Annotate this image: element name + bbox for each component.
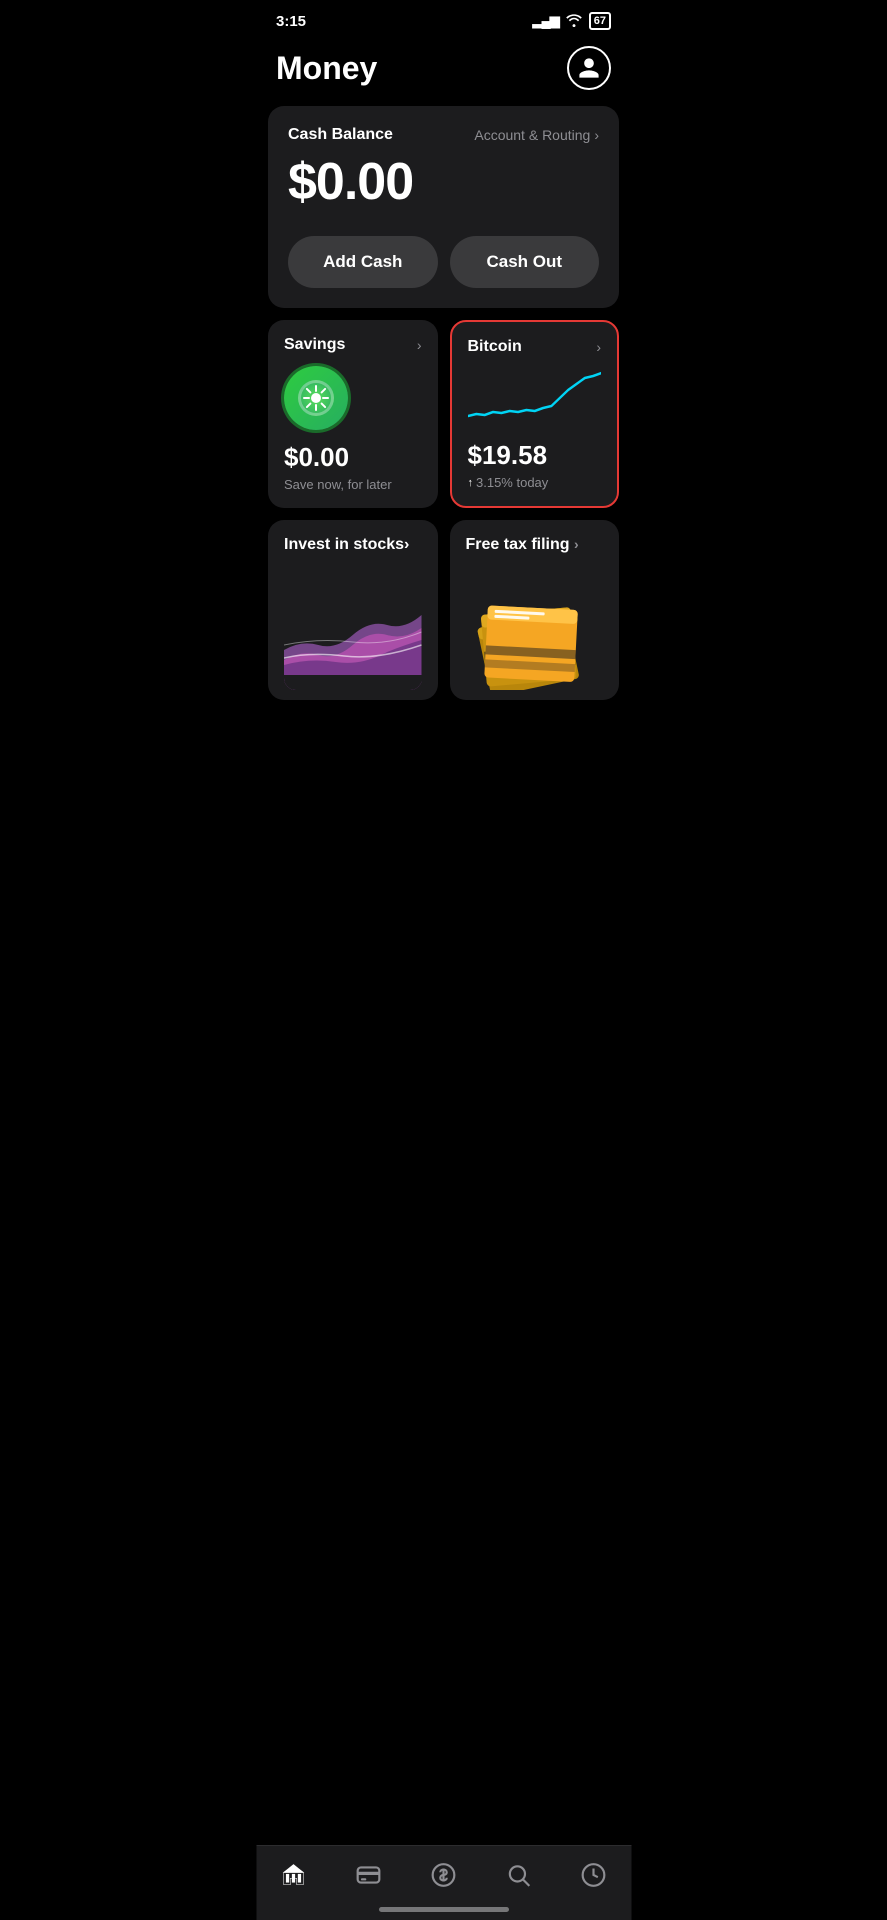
dollar-icon — [431, 1862, 457, 1888]
home-indicator — [379, 1907, 509, 1912]
app-header: Money — [256, 34, 631, 106]
tax-filing-card[interactable]: Free tax filing › — [450, 520, 620, 700]
search-icon — [506, 1862, 532, 1888]
card-icon — [356, 1862, 382, 1888]
savings-sun-icon — [302, 384, 330, 412]
tax-chevron: › — [574, 536, 579, 552]
status-right-icons: ▂▄▆ 67 — [533, 12, 611, 30]
page-title: Money — [276, 50, 377, 87]
bitcoin-change-text: 3.15% today — [476, 475, 548, 490]
action-buttons: Add Cash Cash Out — [288, 236, 599, 288]
savings-bitcoin-row: Savings › $0.00 Save now, for l — [268, 320, 619, 508]
bitcoin-amount: $19.58 — [468, 440, 602, 471]
signal-icon: ▂▄▆ — [533, 13, 559, 29]
account-routing-text: Account & Routing — [474, 127, 590, 143]
card-top-row: Cash Balance Account & Routing › — [288, 126, 599, 144]
invest-tax-row: Invest in stocks› Free tax filing › — [268, 520, 619, 700]
invest-chart-area — [284, 570, 422, 690]
status-bar: 3:15 ▂▄▆ 67 — [256, 0, 631, 34]
bitcoin-title: Bitcoin — [468, 338, 522, 356]
bitcoin-card[interactable]: Bitcoin › $19.58 ↑ 3.15% today — [450, 320, 620, 508]
cash-out-button[interactable]: Cash Out — [450, 236, 600, 288]
savings-card[interactable]: Savings › $0.00 Save now, for l — [268, 320, 438, 508]
bitcoin-card-header: Bitcoin › — [468, 338, 602, 356]
profile-button[interactable] — [567, 46, 611, 90]
nav-card[interactable] — [344, 1858, 394, 1892]
account-routing-chevron: › — [594, 127, 599, 143]
invest-stocks-card[interactable]: Invest in stocks› — [268, 520, 438, 700]
cash-balance-label: Cash Balance — [288, 126, 393, 144]
savings-chevron: › — [417, 337, 422, 353]
savings-title: Savings — [284, 336, 345, 354]
bitcoin-chart — [468, 368, 602, 428]
nav-cash[interactable] — [419, 1858, 469, 1892]
tax-card-header: Free tax filing › — [466, 536, 604, 554]
home-icon — [281, 1862, 307, 1888]
invest-card-header: Invest in stocks› — [284, 536, 422, 554]
invest-chevron: › — [404, 536, 409, 553]
invest-title: Invest in stocks› — [284, 536, 409, 554]
bitcoin-up-arrow: ↑ — [468, 477, 474, 489]
savings-subtitle: Save now, for later — [284, 477, 422, 492]
savings-card-header: Savings › — [284, 336, 422, 354]
bitcoin-change: ↑ 3.15% today — [468, 475, 602, 490]
battery-icon: 67 — [589, 12, 611, 30]
wifi-icon — [565, 13, 583, 30]
account-routing-link[interactable]: Account & Routing › — [474, 127, 599, 143]
tax-title: Free tax filing › — [466, 536, 579, 554]
savings-icon-inner — [298, 380, 334, 416]
savings-icon — [284, 366, 348, 430]
cash-balance-card: Cash Balance Account & Routing › $0.00 A… — [268, 106, 619, 308]
bitcoin-chevron: › — [596, 339, 601, 355]
savings-amount: $0.00 — [284, 442, 422, 473]
status-time: 3:15 — [276, 13, 306, 30]
clock-icon — [581, 1862, 607, 1888]
nav-search[interactable] — [494, 1858, 544, 1892]
add-cash-button[interactable]: Add Cash — [288, 236, 438, 288]
profile-icon — [577, 56, 601, 80]
tax-illustration — [469, 585, 599, 690]
nav-activity[interactable] — [569, 1858, 619, 1892]
tax-img-area — [466, 570, 604, 690]
cash-balance-amount: $0.00 — [288, 152, 599, 212]
nav-home[interactable] — [269, 1858, 319, 1892]
